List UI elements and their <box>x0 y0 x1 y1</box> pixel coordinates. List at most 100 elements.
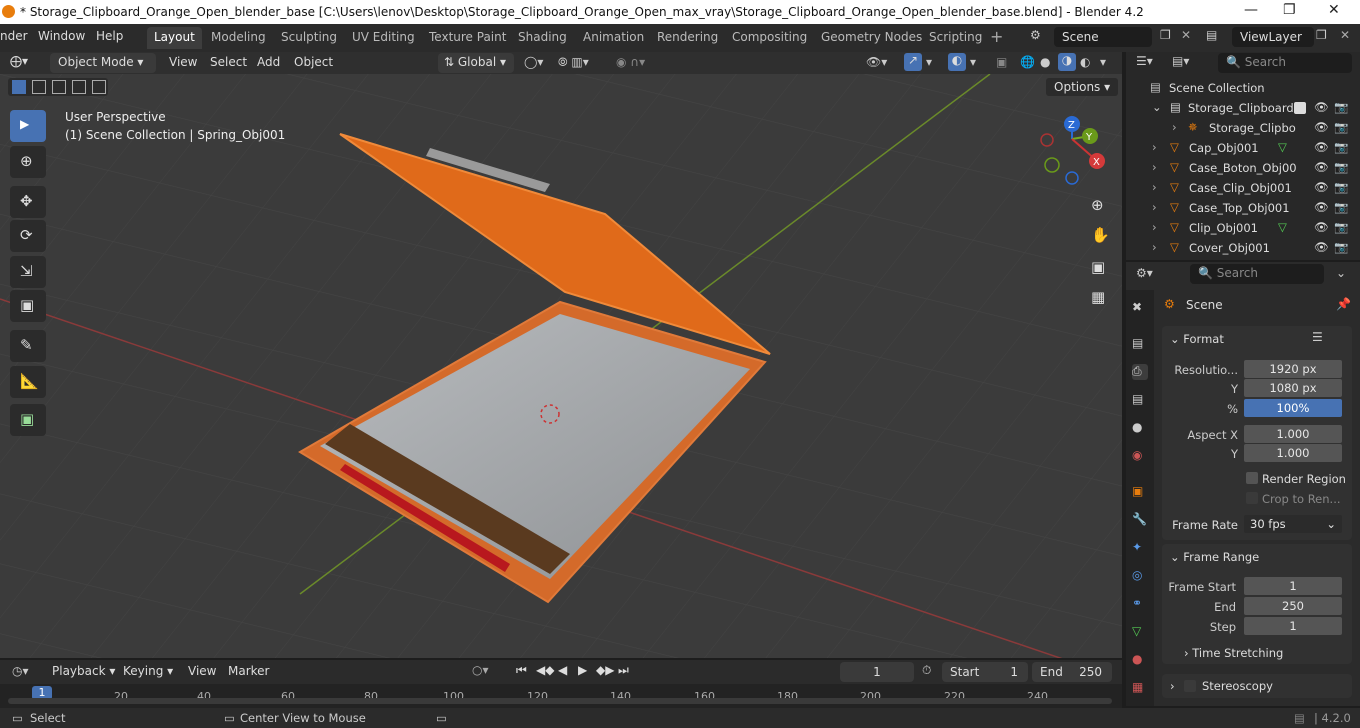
outliner-editor-icon[interactable]: ☰▾ <box>1136 54 1153 68</box>
display-mode-icon[interactable]: ▤▾ <box>1172 54 1189 68</box>
gizmo-menu-icon[interactable]: ▾ <box>926 55 932 69</box>
start-frame-field[interactable]: Start 1 <box>942 662 1028 682</box>
transform-tool[interactable]: ▣ <box>10 290 46 322</box>
pan-hand-icon[interactable]: ✋ <box>1091 226 1110 244</box>
camera-icon[interactable]: 📷 <box>1334 220 1348 234</box>
select-new-icon[interactable] <box>12 80 26 94</box>
timeline-editor-icon[interactable]: ◷▾ <box>12 664 29 678</box>
remove-view-layer-icon[interactable]: ✕ <box>1340 28 1350 42</box>
select-subtract-icon[interactable] <box>52 80 66 94</box>
outliner-object[interactable]: › ▽ Cover_Obj001 👁 📷 <box>1126 238 1360 258</box>
eye-icon[interactable]: 👁 <box>1314 140 1329 154</box>
3d-viewport[interactable]: Z Y X User Perspective (1) Scene Collect… <box>0 74 1122 658</box>
eye-icon[interactable]: 👁 <box>1314 220 1329 234</box>
collection-checkbox[interactable] <box>1294 102 1306 114</box>
crop-checkbox[interactable] <box>1246 492 1258 504</box>
editor-type-icon[interactable]: ⨁▾ <box>10 54 28 68</box>
selection-mode-buttons[interactable] <box>8 78 108 96</box>
tool-tab-icon[interactable]: ✖ <box>1132 300 1148 316</box>
play-reverse-icon[interactable]: ◀ <box>558 663 567 677</box>
restore-icon[interactable]: ❐ <box>1283 2 1296 18</box>
outliner-root[interactable]: ▤ Scene Collection <box>1126 78 1360 98</box>
gizmo-toggle-icon[interactable]: ↗ <box>904 53 922 71</box>
tab-modeling[interactable]: Modeling <box>204 27 273 49</box>
move-tool[interactable]: ✥ <box>10 186 46 218</box>
resolution-x-field[interactable]: 1920 px <box>1244 360 1342 378</box>
annotate-tool[interactable]: ✎ <box>10 330 46 362</box>
camera-view-icon[interactable]: ▣ <box>1091 258 1105 276</box>
keying-menu[interactable]: Keying ▾ <box>123 664 173 678</box>
menu-help[interactable]: Help <box>96 29 123 43</box>
camera-icon[interactable]: 📷 <box>1334 100 1348 114</box>
play-icon[interactable]: ▶ <box>578 663 587 677</box>
eye-icon[interactable]: 👁 <box>1314 180 1329 194</box>
marker-menu[interactable]: Marker <box>228 664 269 678</box>
outliner-object[interactable]: › ▽ Cap_Obj001 ▽ 👁 📷 <box>1126 138 1360 158</box>
mode-selector[interactable]: Object Mode ▾ <box>50 53 156 73</box>
chevron-right-icon[interactable]: › <box>1152 200 1157 214</box>
physics-tab-icon[interactable]: ◎ <box>1132 568 1148 584</box>
cursor-tool[interactable]: ⊕ <box>10 146 46 178</box>
shading-menu-icon[interactable]: ▾ <box>1100 55 1106 69</box>
camera-icon[interactable]: 📷 <box>1334 140 1348 154</box>
eye-icon[interactable]: 👁 <box>1314 120 1329 134</box>
visibility-icon[interactable]: 👁▾ <box>866 55 887 69</box>
resolution-pct-field[interactable]: 100% <box>1244 399 1342 417</box>
presets-icon[interactable]: ☰ <box>1312 330 1323 344</box>
menu-window[interactable]: Window <box>38 29 85 43</box>
tab-layout[interactable]: Layout <box>147 27 202 49</box>
minimize-icon[interactable]: — <box>1244 2 1258 18</box>
current-frame-field[interactable]: 1 <box>840 662 914 682</box>
time-stretching-header[interactable]: › Time Stretching <box>1184 646 1283 660</box>
camera-icon[interactable]: 📷 <box>1334 160 1348 174</box>
end-frame-field[interactable]: End 250 <box>1032 662 1112 682</box>
select-extend-icon[interactable] <box>32 80 46 94</box>
outliner-collection[interactable]: ⌄ ▤ Storage_Clipboard 👁 📷 <box>1126 98 1360 118</box>
eye-icon[interactable]: 👁 <box>1314 160 1329 174</box>
chevron-right-icon[interactable]: › <box>1172 120 1177 134</box>
constraints-tab-icon[interactable]: ⚭ <box>1132 596 1148 612</box>
output-tab-icon[interactable]: ⎙ <box>1132 364 1148 380</box>
aspect-x-field[interactable]: 1.000 <box>1244 425 1342 443</box>
data-tab-icon[interactable]: ▽ <box>1132 624 1148 640</box>
outliner-object[interactable]: › ▽ Case_Boton_Obj00 👁 📷 <box>1126 158 1360 178</box>
ortho-grid-icon[interactable]: ▦ <box>1091 288 1105 306</box>
texture-tab-icon[interactable]: ▦ <box>1132 680 1148 696</box>
camera-icon[interactable]: 📷 <box>1334 180 1348 194</box>
scene-selector[interactable]: Scene <box>1054 27 1152 47</box>
tab-shading[interactable]: Shading <box>511 27 574 49</box>
pivot-icon[interactable]: ◯▾ <box>524 55 543 69</box>
chevron-right-icon[interactable]: › <box>1152 220 1157 234</box>
camera-icon[interactable]: 📷 <box>1334 120 1348 134</box>
xray-icon[interactable]: ▣ <box>996 55 1007 69</box>
menu-add[interactable]: Add <box>257 55 280 69</box>
measure-tool[interactable]: 📐 <box>10 366 46 398</box>
zoom-icon[interactable]: ⊕ <box>1091 196 1104 214</box>
add-cube-tool[interactable]: ▣ <box>10 404 46 436</box>
new-view-layer-icon[interactable]: ❐ <box>1316 28 1327 42</box>
playback-menu[interactable]: Playback ▾ <box>52 664 115 678</box>
view-layer-selector[interactable]: ViewLayer <box>1232 27 1314 47</box>
material-shading-icon[interactable]: ◑ <box>1058 53 1076 71</box>
stereoscopy-header[interactable]: › <box>1170 679 1175 693</box>
outliner-object[interactable]: › ▽ Case_Clip_Obj001 👁 📷 <box>1126 178 1360 198</box>
chevron-right-icon[interactable]: › <box>1152 240 1157 254</box>
outliner-child[interactable]: › ✵ Storage_Clipbo 👁 📷 <box>1126 118 1360 138</box>
solid-shading-icon[interactable]: ● <box>1040 55 1050 69</box>
outliner-search-input[interactable]: 🔍 Search <box>1218 53 1352 73</box>
scale-tool[interactable]: ⇲ <box>10 256 46 288</box>
format-panel-header[interactable]: ⌄ Format <box>1170 332 1224 346</box>
close-icon[interactable]: ✕ <box>1328 2 1340 18</box>
remove-scene-icon[interactable]: ✕ <box>1181 28 1191 42</box>
material-tab-icon[interactable]: ● <box>1132 652 1148 668</box>
tab-animation[interactable]: Animation <box>576 27 651 49</box>
jump-start-icon[interactable]: ⏮ <box>516 663 527 678</box>
tab-uv-editing[interactable]: UV Editing <box>345 27 422 49</box>
rotate-tool[interactable]: ⟳ <box>10 220 46 252</box>
object-tab-icon[interactable]: ▣ <box>1132 484 1148 500</box>
transform-orientation[interactable]: ⇅ Global ▾ <box>438 53 514 73</box>
tab-compositing[interactable]: Compositing <box>725 27 814 49</box>
eye-icon[interactable]: 👁 <box>1314 100 1329 114</box>
frame-range-header[interactable]: ⌄ Frame Range <box>1170 550 1259 564</box>
particles-tab-icon[interactable]: ✦ <box>1132 540 1148 556</box>
